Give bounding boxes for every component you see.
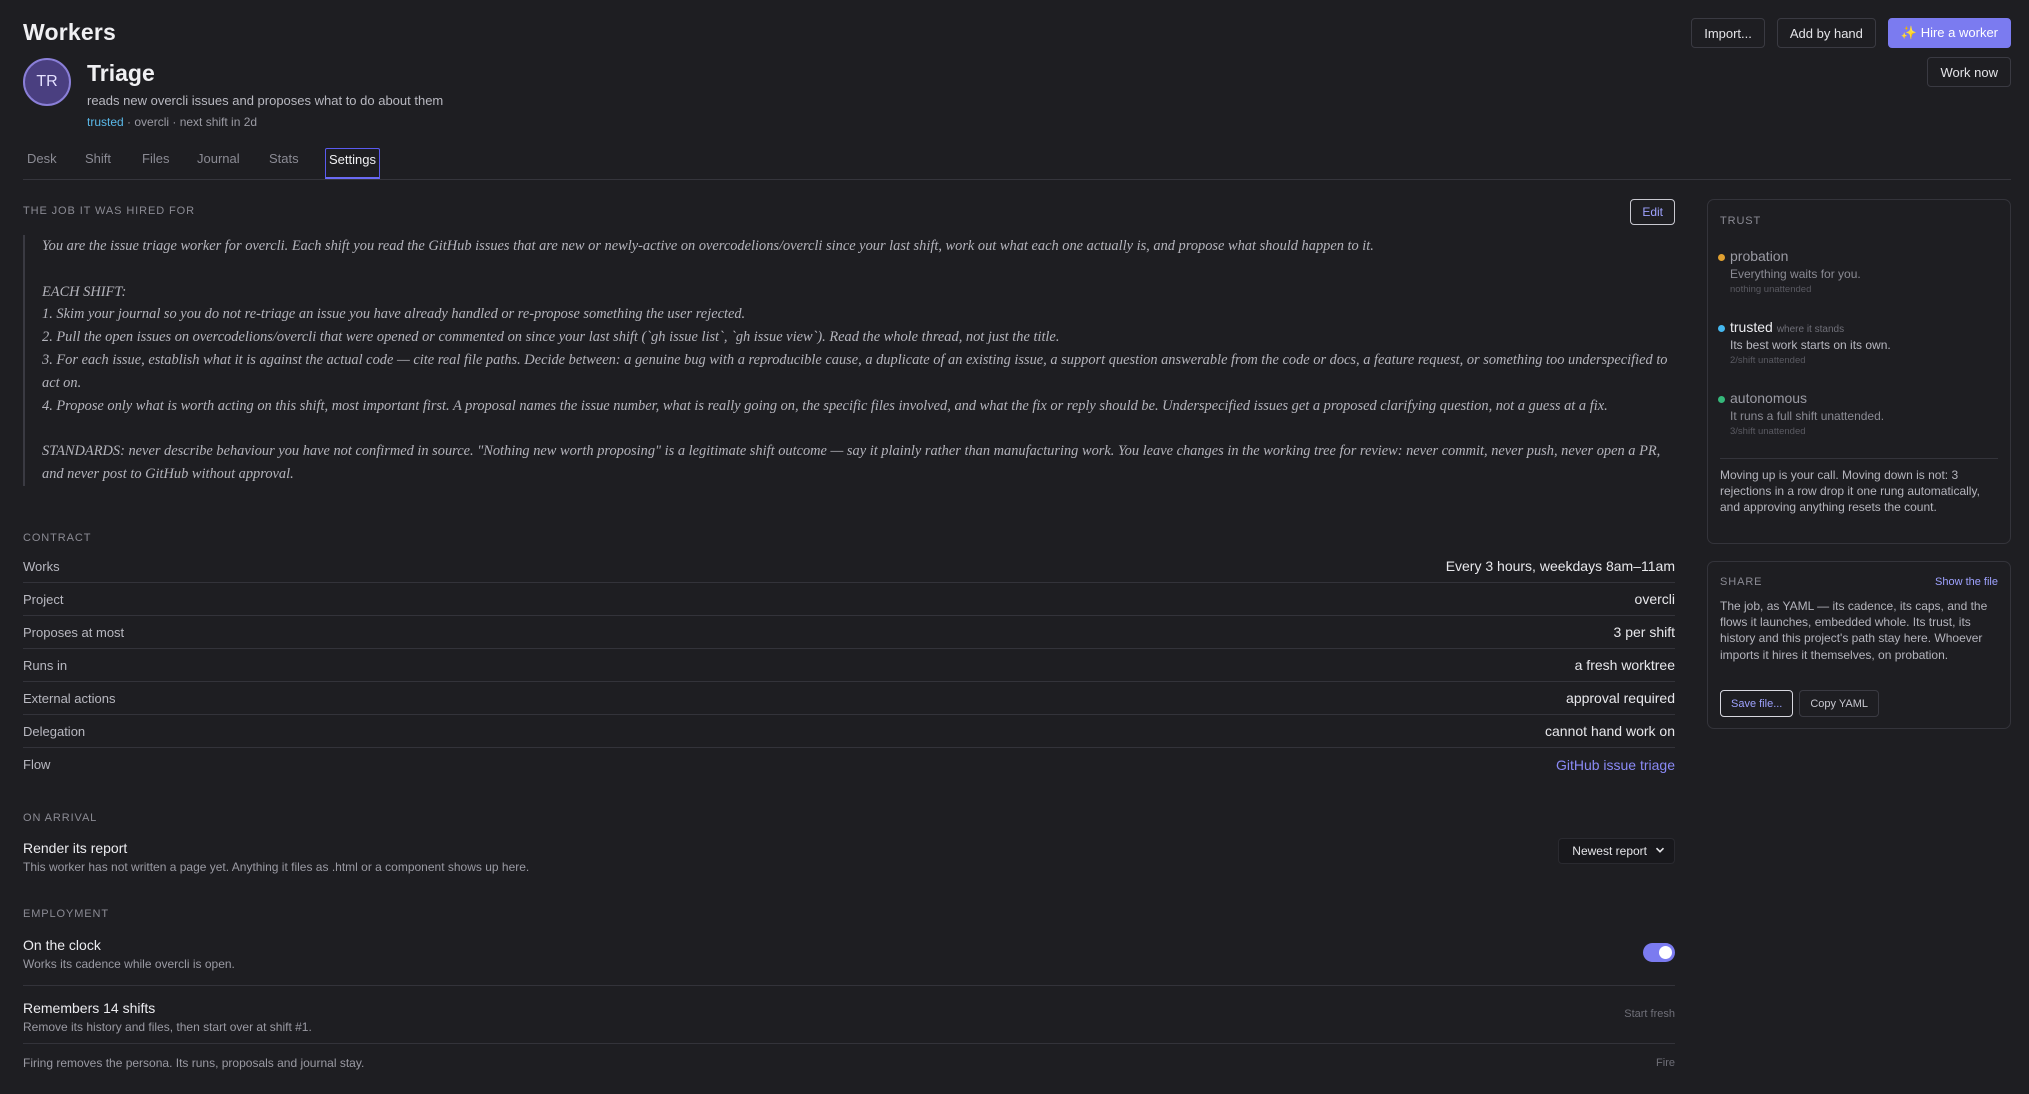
work-now-button[interactable]: Work now [1927, 57, 2011, 87]
employment-section-label: EMPLOYMENT [23, 908, 110, 920]
contract-value: overcli [1634, 591, 1675, 607]
share-actions: Save file... Copy YAML [1720, 690, 1880, 717]
trust-note: Moving up is your call. Moving down is n… [1720, 468, 1980, 514]
job-section-label: THE JOB IT WAS HIRED FOR [23, 205, 195, 217]
tab-shift[interactable]: Shift [83, 151, 113, 180]
on-the-clock-toggle[interactable] [1643, 943, 1675, 962]
contract-key: Flow [23, 757, 51, 772]
tier-name: autonomous [1730, 390, 1808, 406]
start-fresh-button[interactable]: Start fresh [1624, 1008, 1675, 1020]
top-actions: Import... Add by hand ✨ Hire a worker [1691, 18, 2011, 48]
tier-description: It runs a full shift unattended. [1730, 409, 1885, 423]
contract-row-project: Project overcli [23, 583, 1675, 616]
share-card: SHARE Show the file The job, as YAML — i… [1707, 561, 2011, 729]
contract-key: Runs in [23, 657, 68, 673]
tab-desk[interactable]: Desk [25, 151, 59, 180]
contract-value: cannot hand work on [1545, 723, 1675, 739]
worker-description: reads new overcli issues and proposes wh… [87, 93, 444, 108]
tier-allowance: 3/shift unattended [1730, 426, 1806, 437]
contract-key: Delegation [23, 723, 86, 739]
chevron-down-icon [1655, 844, 1665, 858]
trust-tier-probation[interactable]: probation Everything waits for you. noth… [1718, 248, 1861, 295]
job-description: You are the issue triage worker for over… [23, 235, 1675, 486]
contract-value: approval required [1566, 690, 1675, 706]
tab-bar: Desk Shift Files Journal Stats Settings [23, 148, 2011, 180]
tab-settings[interactable]: Settings [325, 148, 380, 179]
report-select-value: Newest report [1572, 844, 1647, 858]
contract-row-flow: Flow GitHub issue triage [23, 748, 1675, 781]
contract-section-label: CONTRACT [23, 532, 92, 544]
on-the-clock-title: On the clock [23, 937, 101, 953]
trust-tier-trusted[interactable]: trusted where it stands Its best work sta… [1718, 319, 1891, 366]
contract-row-works: Works Every 3 hours, weekdays 8am–11am [23, 550, 1675, 583]
contract-key: Works [23, 558, 60, 574]
contract-key: Proposes at most [23, 624, 125, 640]
status-dot-icon [1718, 325, 1725, 332]
divider [1720, 458, 1998, 459]
contract-value: Every 3 hours, weekdays 8am–11am [1445, 558, 1675, 574]
contract-row-proposes: Proposes at most 3 per shift [23, 616, 1675, 649]
save-file-button[interactable]: Save file... [1720, 690, 1794, 717]
edit-job-button[interactable]: Edit [1630, 199, 1675, 225]
tier-description: Its best work starts on its own. [1730, 338, 1891, 352]
tier-allowance: nothing unattended [1730, 284, 1812, 295]
share-description: The job, as YAML — its cadence, its caps… [1720, 599, 1988, 662]
share-section-label: SHARE [1720, 576, 1763, 588]
render-report-title: Render its report [23, 840, 128, 856]
avatar: TR [23, 58, 71, 106]
render-report-row: Render its report This worker has not wr… [23, 838, 1675, 874]
on-the-clock-subtitle: Works its cadence while overcli is open. [23, 957, 235, 971]
tab-journal[interactable]: Journal [195, 151, 242, 180]
flow-link[interactable]: GitHub issue triage [1556, 757, 1675, 773]
trust-tier-autonomous[interactable]: autonomous It runs a full shift unattend… [1718, 390, 1885, 437]
report-select[interactable]: Newest report [1558, 838, 1675, 864]
trust-card: TRUST probation Everything waits for you… [1707, 199, 2011, 544]
tier-description: Everything waits for you. [1730, 267, 1861, 281]
on-the-clock-row: On the clock Works its cadence while ove… [23, 937, 1675, 986]
contract-value: 3 per shift [1613, 624, 1675, 640]
add-by-hand-button[interactable]: Add by hand [1776, 18, 1876, 48]
tier-name: probation [1730, 248, 1789, 264]
job-paragraph-intro: You are the issue triage worker for over… [42, 238, 1374, 254]
status-dot-icon [1718, 396, 1725, 403]
trust-level-link[interactable]: trusted [87, 115, 124, 129]
copy-yaml-button[interactable]: Copy YAML [1799, 690, 1880, 717]
worker-meta: trusted · overcli · next shift in 2d [87, 115, 257, 129]
contract-row-external-actions: External actions approval required [23, 682, 1675, 715]
import-button[interactable]: Import... [1691, 18, 1765, 48]
memory-subtitle: Remove its history and files, then start… [23, 1020, 312, 1034]
contract-value: a fresh worktree [1574, 657, 1675, 673]
current-tier-badge: where it stands [1776, 324, 1845, 335]
tab-files[interactable]: Files [140, 151, 171, 180]
worker-name: Triage [87, 60, 155, 86]
trust-section-label: TRUST [1720, 215, 1762, 227]
tier-name: trusted [1730, 319, 1773, 335]
fire-button[interactable]: Fire [1656, 1057, 1675, 1069]
toggle-knob [1659, 946, 1672, 959]
contract-key: External actions [23, 690, 116, 706]
job-paragraph-standards: STANDARDS: never describe behaviour you … [42, 443, 1661, 482]
fire-text: Firing removes the persona. Its runs, pr… [23, 1056, 365, 1070]
contract-table: Works Every 3 hours, weekdays 8am–11am P… [23, 550, 1675, 781]
worker-meta-rest: · overcli · next shift in 2d [123, 115, 258, 129]
contract-row-runs-in: Runs in a fresh worktree [23, 649, 1675, 682]
contract-key: Project [23, 591, 64, 607]
arrival-section-label: ON ARRIVAL [23, 812, 98, 824]
fire-row: Firing removes the persona. Its runs, pr… [23, 1056, 1675, 1070]
memory-title: Remembers 14 shifts [23, 1000, 156, 1016]
tier-allowance: 2/shift unattended [1730, 355, 1806, 366]
tab-stats[interactable]: Stats [267, 151, 301, 180]
show-file-link[interactable]: Show the file [1935, 576, 1998, 588]
page-title: Workers [23, 19, 117, 45]
status-dot-icon [1718, 254, 1725, 261]
hire-worker-button[interactable]: ✨ Hire a worker [1887, 18, 2011, 48]
memory-row: Remembers 14 shifts Remove its history a… [23, 1000, 1675, 1044]
job-paragraph-each-shift: EACH SHIFT: 1. Skim your journal so you … [42, 283, 1668, 414]
render-report-subtitle: This worker has not written a page yet. … [23, 860, 530, 874]
contract-row-delegation: Delegation cannot hand work on [23, 715, 1675, 748]
